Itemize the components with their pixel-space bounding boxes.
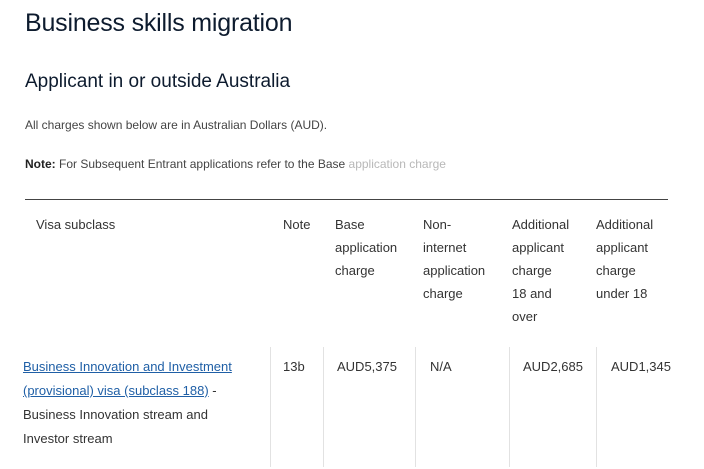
header-non-internet-line: charge bbox=[423, 286, 463, 301]
visa-description-line: Business Innovation stream and bbox=[23, 407, 208, 422]
note-label: Note: bbox=[25, 157, 56, 171]
header-visa-subclass: Visa subclass bbox=[36, 217, 116, 232]
header-additional-under-18-line: charge bbox=[596, 263, 636, 278]
header-base-charge-line: Base bbox=[335, 217, 365, 232]
visa-subclass-188-link[interactable]: Business Innovation and Investment bbox=[23, 359, 232, 374]
visa-description-line: Investor stream bbox=[23, 431, 113, 446]
header-non-internet-line: internet bbox=[423, 240, 467, 255]
header-additional-18-over-line: charge bbox=[512, 263, 552, 278]
column-divider bbox=[509, 347, 510, 467]
header-additional-under-18: Additional applicant charge under 18 bbox=[596, 213, 653, 305]
header-additional-18-over-line: 18 and bbox=[512, 286, 552, 301]
header-base-charge: Base application charge bbox=[335, 213, 397, 282]
note-text: Note: For Subsequent Entrant application… bbox=[25, 157, 446, 171]
header-additional-under-18-line: under 18 bbox=[596, 286, 648, 301]
visa-subclass-188-link[interactable]: (provisional) visa (subclass 188) bbox=[23, 383, 209, 398]
header-additional-18-over-line: over bbox=[512, 309, 538, 324]
header-additional-18-over-line: Additional bbox=[512, 217, 570, 232]
header-additional-18-over: Additional applicant charge 18 and over bbox=[512, 213, 569, 328]
visa-suffix: - bbox=[208, 383, 217, 398]
column-divider bbox=[415, 347, 416, 467]
table-cell-note: 13b bbox=[283, 359, 305, 374]
header-base-charge-line: charge bbox=[335, 263, 375, 278]
table-cell-additional-under-18: AUD1,345 bbox=[611, 359, 671, 374]
table-cell-base-charge: AUD5,375 bbox=[337, 359, 397, 374]
intro-text: All charges shown below are in Australia… bbox=[25, 118, 328, 132]
note-body: For Subsequent Entrant applications refe… bbox=[55, 157, 346, 171]
header-base-charge-line: application bbox=[335, 240, 398, 255]
table-top-rule bbox=[25, 199, 668, 200]
header-non-internet-line: application bbox=[423, 263, 486, 278]
table-cell-non-internet-charge: N/A bbox=[430, 359, 452, 374]
table-row-visa-cell: Business Innovation and Investment (prov… bbox=[23, 355, 263, 451]
note-faded-text: application charge bbox=[345, 157, 446, 171]
header-additional-18-over-line: applicant bbox=[512, 240, 565, 255]
column-divider bbox=[323, 347, 324, 467]
header-additional-under-18-line: applicant bbox=[596, 240, 649, 255]
header-additional-under-18-line: Additional bbox=[596, 217, 654, 232]
section-heading: Applicant in or outside Australia bbox=[25, 71, 291, 92]
table-cell-additional-18-over: AUD2,685 bbox=[523, 359, 583, 374]
header-note: Note bbox=[283, 217, 311, 232]
column-divider bbox=[596, 347, 597, 467]
header-non-internet-charge: Non- internet application charge bbox=[423, 213, 485, 305]
column-divider bbox=[270, 347, 271, 467]
header-non-internet-line: Non- bbox=[423, 217, 452, 232]
page-title: Business skills migration bbox=[25, 9, 293, 37]
